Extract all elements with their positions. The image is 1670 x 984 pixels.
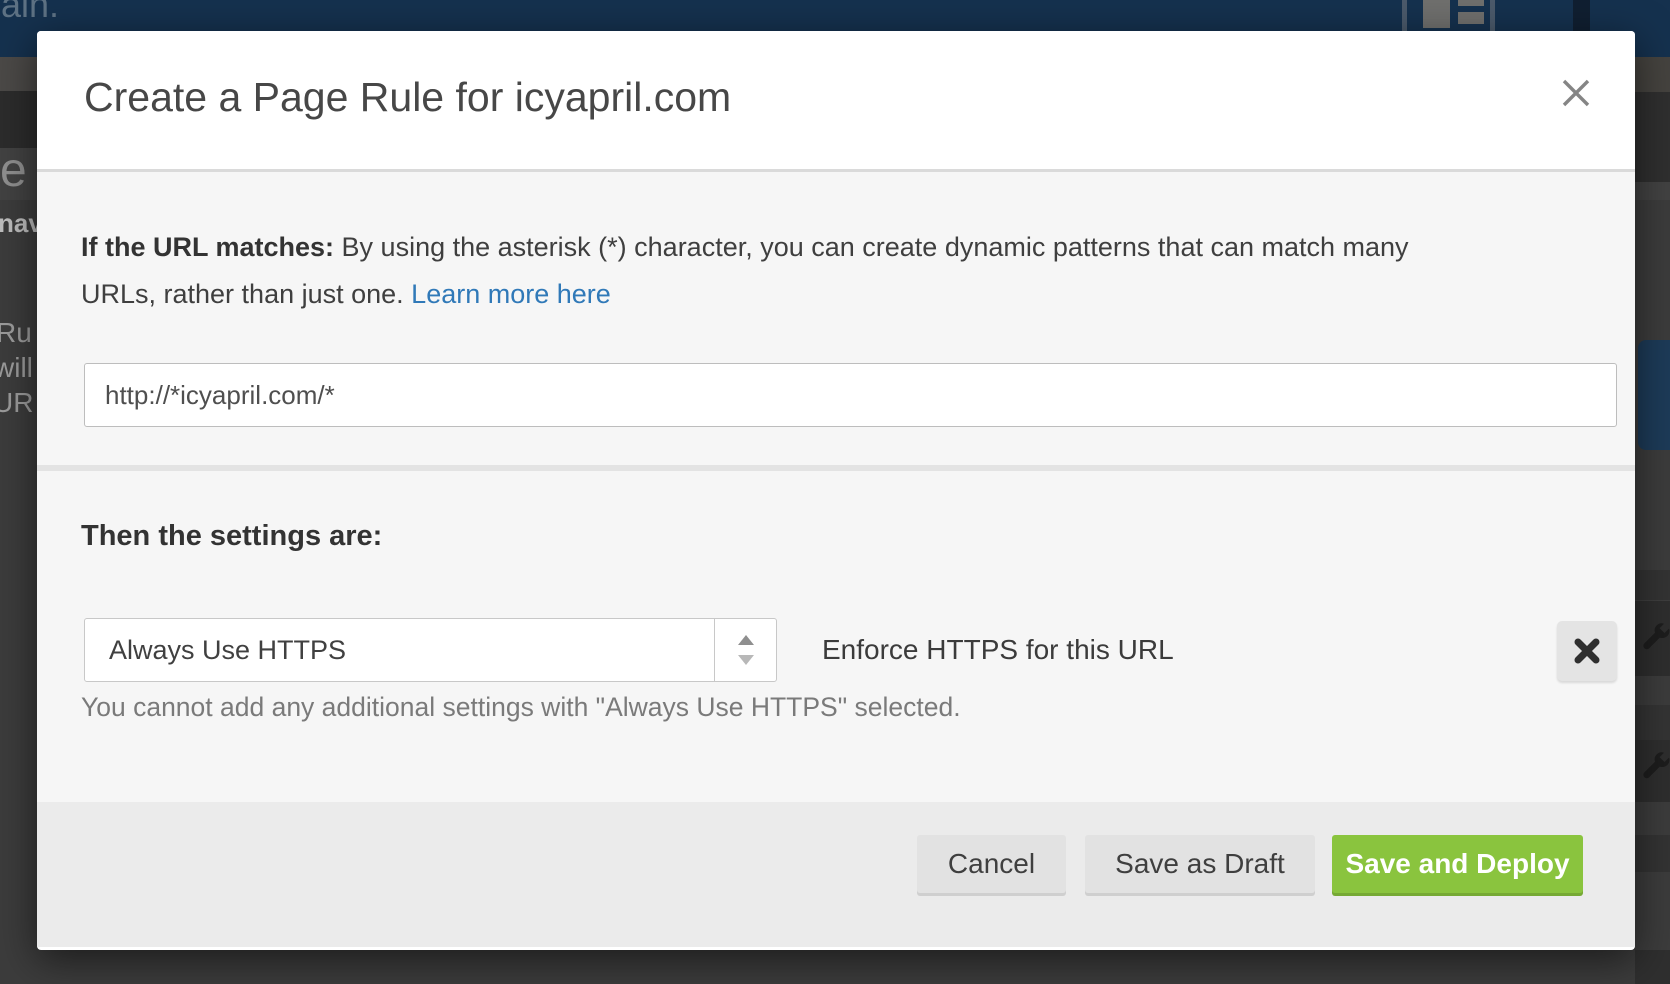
setting-select[interactable]: Always Use HTTPS: [84, 618, 777, 682]
page-heading-fragment: e: [0, 143, 27, 198]
text-fragment: will: [0, 352, 33, 384]
cancel-button[interactable]: Cancel: [917, 835, 1066, 893]
section-divider: [37, 465, 1635, 471]
url-match-help-text: If the URL matches: By using the asteris…: [81, 224, 1476, 318]
modal-title: Create a Page Rule for icyapril.com: [84, 74, 731, 121]
remove-setting-button[interactable]: [1557, 621, 1617, 681]
wrench-icon: [1639, 621, 1670, 655]
save-and-deploy-button[interactable]: Save and Deploy: [1332, 835, 1583, 893]
learn-more-link[interactable]: Learn more here: [411, 279, 611, 309]
background-band: [1635, 57, 1670, 92]
background-band: [1635, 92, 1670, 182]
occluded-blue-button: [1638, 340, 1670, 450]
grid-icon: [1423, 0, 1450, 28]
wrench-icon: [1639, 750, 1670, 784]
chevron-up-icon: [738, 635, 754, 645]
x-icon: [1559, 76, 1593, 110]
grid-icon: [1458, 12, 1484, 24]
modal-footer: Cancel Save as Draft Save and Deploy: [37, 802, 1635, 947]
create-page-rule-modal: Create a Page Rule for icyapril.com If t…: [37, 31, 1635, 950]
table-row: [1635, 600, 1670, 676]
save-as-draft-button[interactable]: Save as Draft: [1085, 835, 1315, 893]
url-pattern-input[interactable]: [84, 363, 1617, 427]
window-icon: [1573, 0, 1590, 32]
setting-description: Enforce HTTPS for this URL: [822, 618, 1174, 682]
background-band: [1635, 950, 1670, 984]
text-fragment: nav: [0, 208, 37, 239]
table-row: [1635, 740, 1670, 802]
chevron-up-down-icon: [714, 619, 776, 681]
x-icon: [1572, 636, 1602, 666]
url-match-label: If the URL matches:: [81, 232, 334, 262]
settings-note: You cannot add any additional settings w…: [81, 692, 961, 723]
grid-icon: [1458, 0, 1484, 6]
background-band: [1635, 705, 1670, 740]
modal-body: If the URL matches: By using the asteris…: [37, 172, 1635, 802]
text-fragment: Ru: [0, 317, 32, 349]
modal-header: Create a Page Rule for icyapril.com: [37, 31, 1635, 172]
topbar-clipped-text: ain.: [1, 0, 59, 26]
background-band: [1635, 835, 1670, 872]
background-band: [1635, 570, 1670, 600]
setting-select-value: Always Use HTTPS: [109, 619, 346, 681]
occluded-page-left-edge: e nav Ru will UR: [0, 57, 37, 984]
close-button[interactable]: [1557, 75, 1595, 113]
occluded-page-right-edge: [1635, 57, 1670, 984]
chevron-down-icon: [738, 655, 754, 665]
text-fragment: UR: [0, 387, 33, 419]
settings-heading: Then the settings are:: [81, 520, 382, 553]
